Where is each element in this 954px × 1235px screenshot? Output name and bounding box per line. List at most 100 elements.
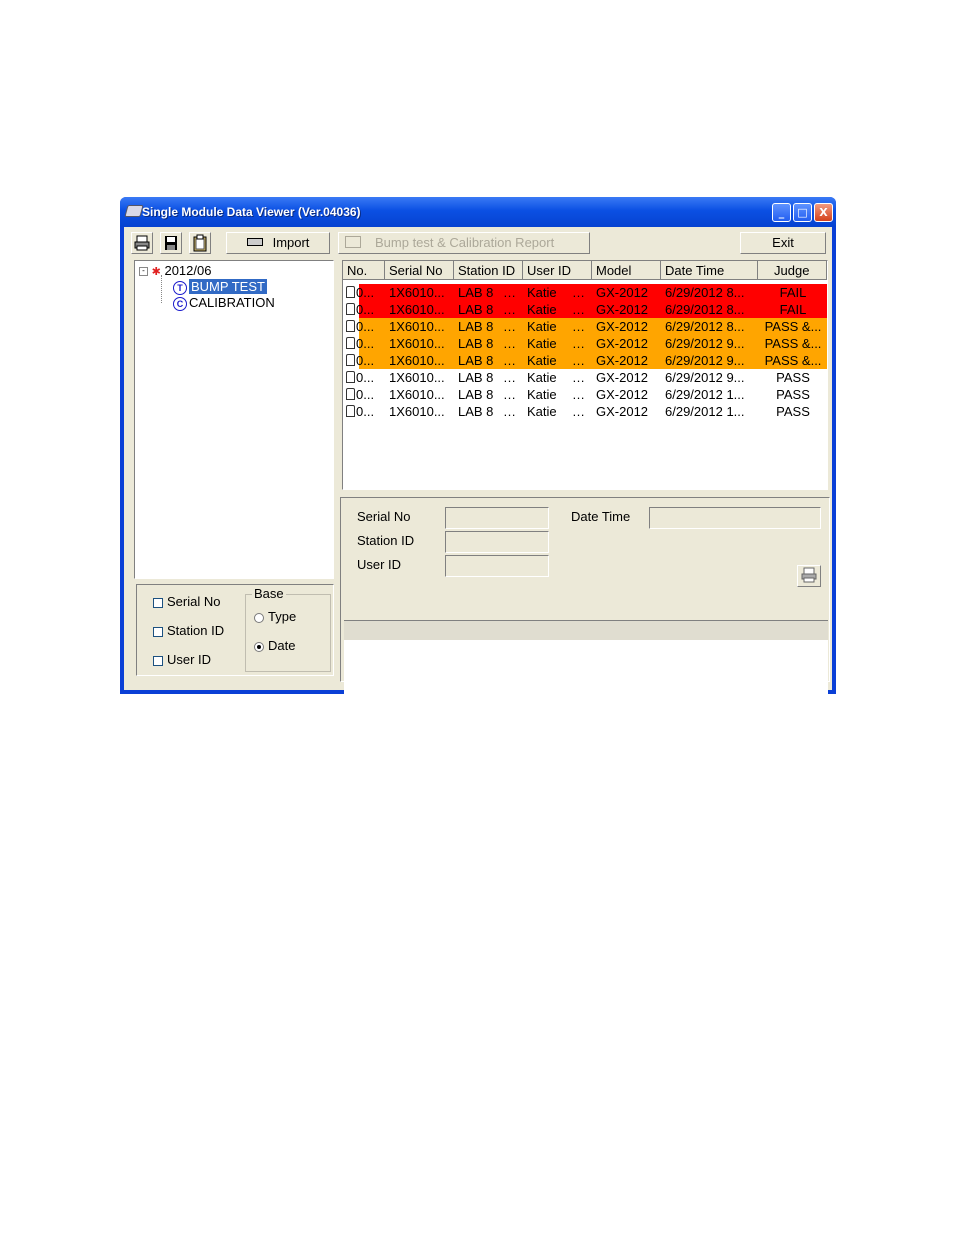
cell-text: GX-2012 [596,353,649,368]
import-button[interactable]: Import [226,232,330,254]
cell-text: GX-2012 [596,404,649,419]
table-cell-datetime: 6/29/2012 1... [665,386,757,403]
station-id-checkbox[interactable] [153,627,163,637]
serial-no-checkbox[interactable] [153,598,163,608]
table-cell-serial: 1X6010... [389,386,451,403]
table-cell-serial: 1X6010... [389,318,451,335]
date-radio[interactable] [254,642,264,652]
tree-item-bump-test[interactable]: T BUMP TEST [173,279,267,295]
detail-text-area[interactable] [344,640,828,708]
user-id-option-label: User ID [167,652,212,667]
clipboard-button[interactable] [189,232,211,254]
table-cell-no: 0... [346,284,384,301]
cell-text: 1X6010... [389,404,445,419]
truncation-mark: … [572,319,585,334]
user-id-checkbox[interactable] [153,656,163,666]
record-icon [346,354,355,366]
table-cell-station: LAB 8… [458,301,520,318]
truncation-mark: … [572,336,585,351]
cell-text: 1X6010... [389,302,445,317]
table-row[interactable]: 0... 1X6010... LAB 8 … Katie … GX-2012 6/29/201… [343,403,827,420]
printer-icon [801,567,817,583]
tree-line [161,275,163,303]
table-cell-station: LAB 8… [458,335,520,352]
cell-text: GX-2012 [596,387,649,402]
cell-text: 0... [356,353,375,368]
table-row[interactable]: 0... 1X6010... LAB 8 … Katie … GX-2012 6/29/201… [343,369,827,386]
table-cell-model: GX-2012 [596,335,658,352]
title-bar[interactable]: Single Module Data Viewer (Ver.04036) _ … [120,197,836,227]
detail-print-button[interactable] [797,565,821,587]
record-icon [346,286,355,298]
app-window: Single Module Data Viewer (Ver.04036) _ … [120,197,836,708]
table-cell-datetime: 6/29/2012 8... [665,301,757,318]
cell-text: 1X6010... [389,336,445,351]
table-row[interactable]: 0... 1X6010... LAB 8 … Katie … GX-2012 6/29/201… [343,335,827,352]
report-button[interactable]: Bump test & Calibration Report [338,232,590,254]
truncation-mark: … [503,302,516,317]
col-judge[interactable]: Judge [758,261,827,280]
table-cell-datetime: 6/29/2012 1... [665,403,757,420]
printer-icon [345,236,361,248]
record-icon [346,320,355,332]
truncation-mark: … [503,370,516,385]
table-cell-model: GX-2012 [596,352,658,369]
printer-icon [134,235,150,251]
save-button[interactable] [160,232,182,254]
cell-text: Katie [527,302,557,317]
table-cell-serial: 1X6010... [389,369,451,386]
truncation-mark: … [572,387,585,402]
serial-no-option-label: Serial No [167,594,221,609]
cell-text: LAB 8 [458,319,494,334]
tree-root[interactable]: - ✱ 2012/06 [139,263,211,279]
cell-text: Katie [527,336,557,351]
user-field [445,555,549,577]
exit-button[interactable]: Exit [740,232,826,254]
truncation-mark: … [503,285,516,300]
col-no[interactable]: No. [343,261,385,280]
col-station-id[interactable]: Station ID [454,261,523,280]
truncation-mark: … [503,336,516,351]
station-id-option-label: Station ID [167,623,225,638]
truncation-mark: … [572,370,585,385]
cell-text: 6/29/2012 9... [665,370,745,385]
table-cell-station: LAB 8 … [458,318,520,335]
cell-text: GX-2012 [596,319,649,334]
table-cell-user: Katie… [527,318,589,335]
table-row[interactable]: 0... 1X6010... LAB 8 … Katie … GX-2012 6/29/201… [343,301,827,318]
truncation-mark: … [503,319,516,334]
tree-item-label: CALIBRATION [189,295,275,310]
cell-text: 6/29/2012 9... [665,353,745,368]
table-cell-model: GX-2012 [596,284,658,301]
col-date-time[interactable]: Date Time [661,261,758,280]
col-user-id[interactable]: User ID [523,261,592,280]
cell-text: 6/29/2012 1... [665,404,745,419]
table-row[interactable]: 0... 1X6010... LAB 8 … Katie … GX-2012 6/29/201… [343,352,827,369]
table-cell-no: 0... [346,403,384,420]
table-row[interactable]: 0... 1X6010... LAB 8 … Katie … GX-2012 6/29/201… [343,318,827,335]
table-cell-judge: PASS [760,403,826,420]
minimize-button[interactable]: _ [772,203,791,222]
print-button[interactable] [131,232,153,254]
cell-text: 0... [356,336,375,351]
client-area: Import Bump test & Calibration Report Ex… [124,227,832,708]
table-cell-user: Katie… [527,403,589,420]
table-cell-judge: PASS &... [760,352,826,369]
col-serial-no[interactable]: Serial No [385,261,454,280]
data-list[interactable]: No. Serial No Station ID User ID Model D… [342,260,828,490]
table-cell-model: GX-2012 [596,403,658,420]
table-row[interactable]: 0... 1X6010... LAB 8 … Katie … GX-2012 6/29/201… [343,284,827,301]
tree-view[interactable]: - ✱ 2012/06 T BUMP TEST C CALIBRATION [134,260,334,579]
cell-text: GX-2012 [596,370,649,385]
type-radio[interactable] [254,613,264,623]
col-model[interactable]: Model [592,261,661,280]
cell-text: PASS [776,387,810,402]
maximize-button[interactable]: □ [793,203,812,222]
station-field [445,531,549,553]
table-row[interactable]: 0... 1X6010... LAB 8 … Katie … GX-2012 6/29/201… [343,386,827,403]
close-button[interactable]: X [814,203,833,222]
collapse-icon[interactable]: - [139,267,148,276]
tree-item-calibration[interactable]: C CALIBRATION [173,295,275,311]
detail-station-label: Station ID [357,533,415,548]
table-cell-judge: PASS [760,386,826,403]
